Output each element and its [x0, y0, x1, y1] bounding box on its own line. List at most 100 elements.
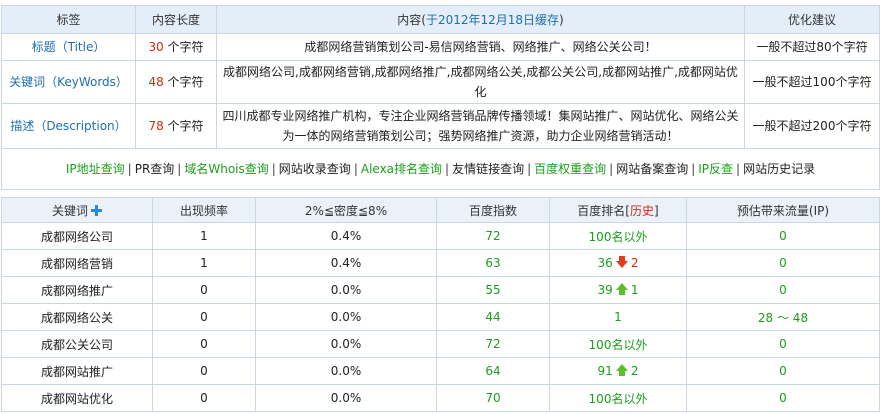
- cache-date: 于2012年12月18日缓存: [425, 13, 560, 27]
- tool-link[interactable]: 域名Whois查询: [184, 162, 268, 176]
- table-row: 成都网站推广 0 0.0% 64 91 2 0: [1, 357, 880, 385]
- density-cell: 0.0%: [255, 330, 437, 358]
- keywords-row: 关键词（KeyWords） 48 个字符 成都网络公司,成都网络营销,成都网络推…: [1, 60, 880, 104]
- traffic-cell: 0: [686, 249, 880, 277]
- rank-value: 1: [614, 310, 622, 324]
- description-label: 描述（Description）: [1, 103, 136, 149]
- baidu-rank-cell[interactable]: 39 1: [549, 276, 687, 304]
- frequency-cell: 0: [152, 276, 256, 304]
- keywords-advice: 一般不超过100个字符: [744, 60, 880, 104]
- baidu-index-cell[interactable]: 70: [436, 384, 550, 412]
- title-label: 标题（Title）: [1, 33, 136, 61]
- tool-link[interactable]: 网站收录查询: [279, 162, 351, 176]
- description-advice: 一般不超过200个字符: [744, 103, 880, 149]
- table-row: 成都公关公司 0 0.0% 72 100名以外 0: [1, 330, 880, 358]
- tool-link[interactable]: Alexa排名查询: [361, 162, 442, 176]
- keywords-label: 关键词（KeyWords）: [1, 60, 136, 104]
- header-density: 2%≦密度≦8%: [255, 197, 437, 223]
- baidu-rank-cell[interactable]: 100名以外: [549, 384, 687, 412]
- header-label: 标签: [1, 5, 136, 34]
- link-separator: |: [127, 162, 132, 176]
- keywords-label-text: 关键词（KeyWords）: [9, 75, 128, 89]
- keywords-length-unit: 个字符: [163, 75, 204, 89]
- table-row: 成都网络营销 1 0.4% 63 36 2 0: [1, 249, 880, 277]
- baidu-index-cell[interactable]: 72: [436, 330, 550, 358]
- traffic-cell: 0: [686, 330, 880, 358]
- baidu-index-cell[interactable]: 72: [436, 222, 550, 250]
- baidu-rank-cell[interactable]: 36 2: [549, 249, 687, 277]
- link-separator: |: [271, 162, 276, 176]
- header-keyword: 关键词: [1, 197, 153, 223]
- description-row: 描述（Description） 78 个字符 四川成都专业网络推广机构，专注企业…: [1, 103, 880, 149]
- tool-link[interactable]: IP地址查询: [66, 162, 125, 176]
- tool-link[interactable]: 友情链接查询: [452, 162, 524, 176]
- frequency-cell: 0: [152, 384, 256, 412]
- tool-link[interactable]: 网站备案查询: [616, 162, 688, 176]
- density-cell: 0.4%: [255, 222, 437, 250]
- rank-up-icon: [615, 282, 629, 299]
- header-content: 内容(于2012年12月18日缓存): [216, 5, 745, 34]
- description-length-num: 78: [148, 119, 164, 133]
- seo-summary-table: 标签 内容长度 内容(于2012年12月18日缓存) 优化建议 标题（Title…: [1, 5, 880, 190]
- keyword-cell: 成都网站推广: [1, 357, 153, 385]
- keyword-cell: 成都网络公关: [1, 303, 153, 331]
- tool-links: IP地址查询 | PR查询 | 域名Whois查询 | 网站收录查询 | Alexa排名查询 | 友…: [1, 148, 880, 190]
- keyword-cell: 成都网站优化: [1, 384, 153, 412]
- title-advice: 一般不超过80个字符: [744, 33, 880, 61]
- baidu-rank-cell[interactable]: 1: [549, 303, 687, 331]
- table-row: 成都网络推广 0 0.0% 55 39 1 0: [1, 276, 880, 304]
- frequency-cell: 1: [152, 249, 256, 277]
- baidu-rank-cell[interactable]: 100名以外: [549, 330, 687, 358]
- rank-change: 2: [630, 255, 639, 270]
- keywords-content: 成都网络公司,成都网络营销,成都网络推广,成都网络公关,成都公关公司,成都网站推…: [216, 60, 745, 104]
- rank-history-link[interactable]: 历史: [630, 204, 654, 218]
- header-content-prefix: 内容(: [397, 13, 426, 27]
- link-separator: |: [445, 162, 450, 176]
- traffic-cell: 0: [686, 222, 880, 250]
- baidu-index-cell[interactable]: 44: [436, 303, 550, 331]
- link-separator: |: [353, 162, 358, 176]
- rank-value: 39: [597, 282, 613, 297]
- rank-down-icon: [615, 255, 629, 272]
- rank-value: 100名以外: [588, 229, 648, 244]
- description-label-text: 描述（Description）: [10, 119, 127, 133]
- keyword-cell: 成都网络营销: [1, 249, 153, 277]
- tool-link[interactable]: 网站历史记录: [743, 162, 815, 176]
- baidu-index-cell[interactable]: 55: [436, 276, 550, 304]
- baidu-rank-cell[interactable]: 100名以外: [549, 222, 687, 250]
- density-cell: 0.0%: [255, 276, 437, 304]
- density-cell: 0.0%: [255, 303, 437, 331]
- baidu-index-cell[interactable]: 64: [436, 357, 550, 385]
- tool-link[interactable]: IP反查: [698, 162, 733, 176]
- frequency-cell: 0: [152, 357, 256, 385]
- frequency-cell: 0: [152, 303, 256, 331]
- tool-link[interactable]: PR查询: [135, 162, 175, 176]
- header-traffic: 预估带来流量(IP): [686, 197, 880, 223]
- add-keyword-icon[interactable]: [91, 204, 102, 216]
- keyword-cell: 成都公关公司: [1, 330, 153, 358]
- header-rank-prefix: 百度排名[: [577, 203, 630, 218]
- tool-link[interactable]: 百度权重查询: [534, 162, 606, 176]
- link-separator: |: [691, 162, 696, 176]
- link-separator: |: [609, 162, 614, 176]
- header-keyword-text: 关键词: [51, 203, 88, 218]
- density-cell: 0.0%: [255, 357, 437, 385]
- link-separator: |: [527, 162, 532, 176]
- description-length-unit: 个字符: [163, 119, 204, 133]
- link-separator: |: [736, 162, 741, 176]
- title-content: 成都网络营销策划公司-易信网络营销、网络推广、网络公关公司！: [216, 33, 745, 61]
- table-row: 成都网站优化 0 0.0% 70 100名以外 0: [1, 384, 880, 412]
- title-length: 30 个字符: [135, 33, 217, 61]
- baidu-rank-cell[interactable]: 91 2: [549, 357, 687, 385]
- rank-value: 100名以外: [588, 391, 648, 406]
- summary-header-row: 标签 内容长度 内容(于2012年12月18日缓存) 优化建议: [1, 5, 880, 34]
- rank-value: 91: [597, 363, 613, 378]
- header-length: 内容长度: [135, 5, 217, 34]
- header-content-suffix: ): [559, 13, 564, 27]
- baidu-index-cell[interactable]: 63: [436, 249, 550, 277]
- header-frequency: 出现频率: [152, 197, 256, 223]
- traffic-cell: 0: [686, 357, 880, 385]
- density-cell: 0.0%: [255, 384, 437, 412]
- title-length-unit: 个字符: [163, 40, 204, 54]
- header-advice: 优化建议: [744, 5, 880, 34]
